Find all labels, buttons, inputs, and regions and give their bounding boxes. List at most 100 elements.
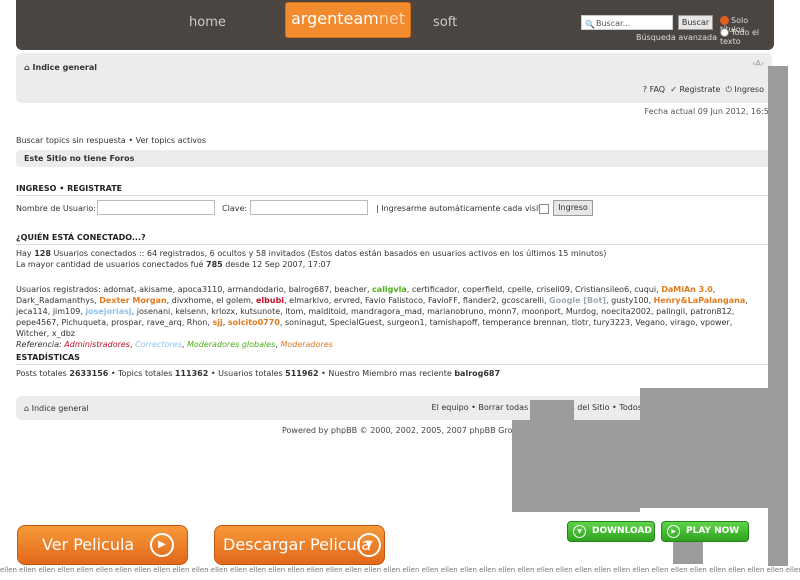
navbar: ⌂ Indice general ‹A› ? FAQ ✓ Registrate … bbox=[16, 53, 772, 103]
user-link[interactable]: palingil bbox=[656, 307, 685, 316]
user-link[interactable]: DaMiAn 3.0 bbox=[661, 285, 713, 294]
user-link[interactable]: pepe4567 bbox=[16, 318, 56, 327]
nav-soft-link[interactable]: soft bbox=[433, 15, 457, 30]
user-link[interactable]: surgeon1 bbox=[387, 318, 424, 327]
user-link[interactable]: balrog687 bbox=[289, 285, 330, 294]
user-link[interactable]: criseli09 bbox=[536, 285, 570, 294]
user-link[interactable]: x_dbz bbox=[52, 329, 75, 338]
user-link[interactable]: Witcher bbox=[16, 329, 47, 338]
user-link[interactable]: temperance brennan bbox=[482, 318, 566, 327]
divider bbox=[16, 195, 772, 196]
user-link[interactable]: ervred bbox=[334, 296, 360, 305]
user-link[interactable]: FavioFF bbox=[428, 296, 458, 305]
user-link[interactable]: armandodario bbox=[227, 285, 283, 294]
user-link[interactable]: prospar bbox=[111, 318, 142, 327]
password-field[interactable] bbox=[250, 200, 368, 215]
user-link[interactable]: marianobruno bbox=[427, 307, 483, 316]
user-link[interactable]: kelsenn bbox=[175, 307, 206, 316]
nav-home-link[interactable]: home bbox=[189, 15, 226, 30]
newest-member[interactable]: balrog687 bbox=[454, 369, 500, 378]
login-link[interactable]: ⏻ Ingreso bbox=[726, 85, 764, 94]
user-link[interactable]: ltom bbox=[285, 307, 303, 316]
legend-item[interactable]: Administradores bbox=[64, 340, 130, 349]
user-link[interactable]: cuqui bbox=[634, 285, 656, 294]
download-movie-button[interactable]: Descargar Pelicula ▼ bbox=[214, 525, 385, 565]
footer-home-link[interactable]: ⌂ Indice general bbox=[24, 404, 89, 413]
register-link[interactable]: ✓ Registrate bbox=[670, 85, 720, 94]
user-link[interactable]: tamishapoff bbox=[430, 318, 478, 327]
user-link[interactable]: Cristiansileo6 bbox=[575, 285, 629, 294]
remember-checkbox[interactable] bbox=[539, 204, 549, 214]
user-link[interactable]: Pichuqueta bbox=[61, 318, 106, 327]
user-link[interactable]: coperfield bbox=[463, 285, 503, 294]
user-link[interactable]: patron812 bbox=[690, 307, 731, 316]
user-link[interactable]: jeca114 bbox=[16, 307, 48, 316]
user-link[interactable]: gusty100 bbox=[611, 296, 648, 305]
user-link[interactable]: vpower bbox=[700, 318, 729, 327]
user-link[interactable]: sjj bbox=[212, 318, 222, 327]
play-now-button[interactable]: ▶ PLAY NOW bbox=[661, 521, 749, 542]
user-link[interactable]: akisame bbox=[139, 285, 173, 294]
user-link[interactable]: josejoriasj bbox=[85, 307, 131, 316]
legend-item[interactable]: Moderadores globales bbox=[187, 340, 275, 349]
legend-item[interactable]: Moderadores bbox=[280, 340, 332, 349]
user-link[interactable]: apoca3110 bbox=[178, 285, 223, 294]
login-heading[interactable]: INGRESO • REGISTRATE bbox=[16, 184, 122, 193]
quick-links[interactable]: Buscar topics sin respuesta • Ver topics… bbox=[16, 136, 206, 145]
user-link[interactable]: krlozx bbox=[211, 307, 235, 316]
user-link[interactable]: soninagut bbox=[285, 318, 325, 327]
faq-link[interactable]: ? FAQ bbox=[643, 85, 665, 94]
user-link[interactable]: certificador bbox=[412, 285, 458, 294]
user-link[interactable]: Henry&LaPalangana bbox=[654, 296, 746, 305]
user-link[interactable]: cpelle bbox=[507, 285, 531, 294]
user-link[interactable]: kutsunote bbox=[240, 307, 280, 316]
search-button[interactable]: Buscar bbox=[678, 15, 713, 30]
user-link[interactable]: Dark_Radamanthys bbox=[16, 296, 94, 305]
user-link[interactable]: tury3223 bbox=[594, 318, 631, 327]
radio-dot-selected bbox=[720, 16, 729, 25]
user-link[interactable]: noecita2002 bbox=[601, 307, 651, 316]
user-link[interactable]: rave_arq bbox=[147, 318, 182, 327]
font-size-control[interactable]: ‹A› bbox=[752, 59, 764, 68]
download-button[interactable]: ▼ DOWNLOAD bbox=[567, 521, 655, 542]
legend-item[interactable]: Correctores bbox=[135, 340, 182, 349]
user-link[interactable]: SpecialGuest bbox=[330, 318, 382, 327]
user-link[interactable]: Rhon bbox=[187, 318, 208, 327]
registered-users-list: Usuarios registrados: adomat, akisame, a… bbox=[16, 285, 748, 349]
user-link[interactable]: malditoid bbox=[308, 307, 346, 316]
user-link[interactable]: mandragora_mad bbox=[351, 307, 422, 316]
login-submit-button[interactable]: Ingreso bbox=[553, 200, 593, 216]
user-link[interactable]: divxhome bbox=[172, 296, 211, 305]
user-link[interactable]: Murdog bbox=[566, 307, 596, 316]
play-now-label: PLAY NOW bbox=[686, 526, 740, 536]
user-link[interactable]: flander2 bbox=[463, 296, 496, 305]
ad-overlay-block bbox=[530, 400, 574, 422]
user-link[interactable]: el golem bbox=[216, 296, 251, 305]
user-link[interactable]: Dexter Morgan bbox=[99, 296, 166, 305]
site-logo[interactable]: argenteamnet bbox=[285, 2, 411, 38]
advanced-search-link[interactable]: Búsqueda avanzada bbox=[636, 33, 717, 42]
user-link[interactable]: solcito0770 bbox=[228, 318, 280, 327]
watch-movie-button[interactable]: Ver Pelicula ▶ bbox=[17, 525, 188, 565]
user-link[interactable]: tlotr bbox=[572, 318, 589, 327]
user-link[interactable]: elmarkivo bbox=[289, 296, 329, 305]
user-link[interactable]: Google [Bot] bbox=[549, 296, 606, 305]
user-link[interactable]: moonport bbox=[522, 307, 561, 316]
user-link[interactable]: josenani bbox=[137, 307, 170, 316]
user-link[interactable]: Favio Falistoco bbox=[365, 296, 423, 305]
user-link[interactable]: elbubi bbox=[256, 296, 284, 305]
user-link[interactable]: gcoscarelli bbox=[501, 296, 544, 305]
radio-all-text[interactable]: Todo el texto bbox=[720, 28, 774, 46]
text: • Nuestro Miembro mas reciente bbox=[318, 369, 455, 378]
user-link[interactable]: caligvla bbox=[372, 285, 407, 294]
user-link[interactable]: Vegano bbox=[635, 318, 665, 327]
user-link[interactable]: jim109 bbox=[53, 307, 81, 316]
user-link[interactable]: virago bbox=[670, 318, 695, 327]
search-input[interactable]: 🔍 Buscar... bbox=[581, 15, 673, 30]
user-link[interactable]: adomat bbox=[103, 285, 134, 294]
user-link[interactable]: monn7 bbox=[489, 307, 517, 316]
username-field[interactable] bbox=[97, 200, 215, 215]
user-link[interactable]: beacher bbox=[334, 285, 367, 294]
play-icon: ▶ bbox=[667, 525, 680, 538]
breadcrumb-home[interactable]: ⌂ Indice general bbox=[24, 63, 97, 72]
